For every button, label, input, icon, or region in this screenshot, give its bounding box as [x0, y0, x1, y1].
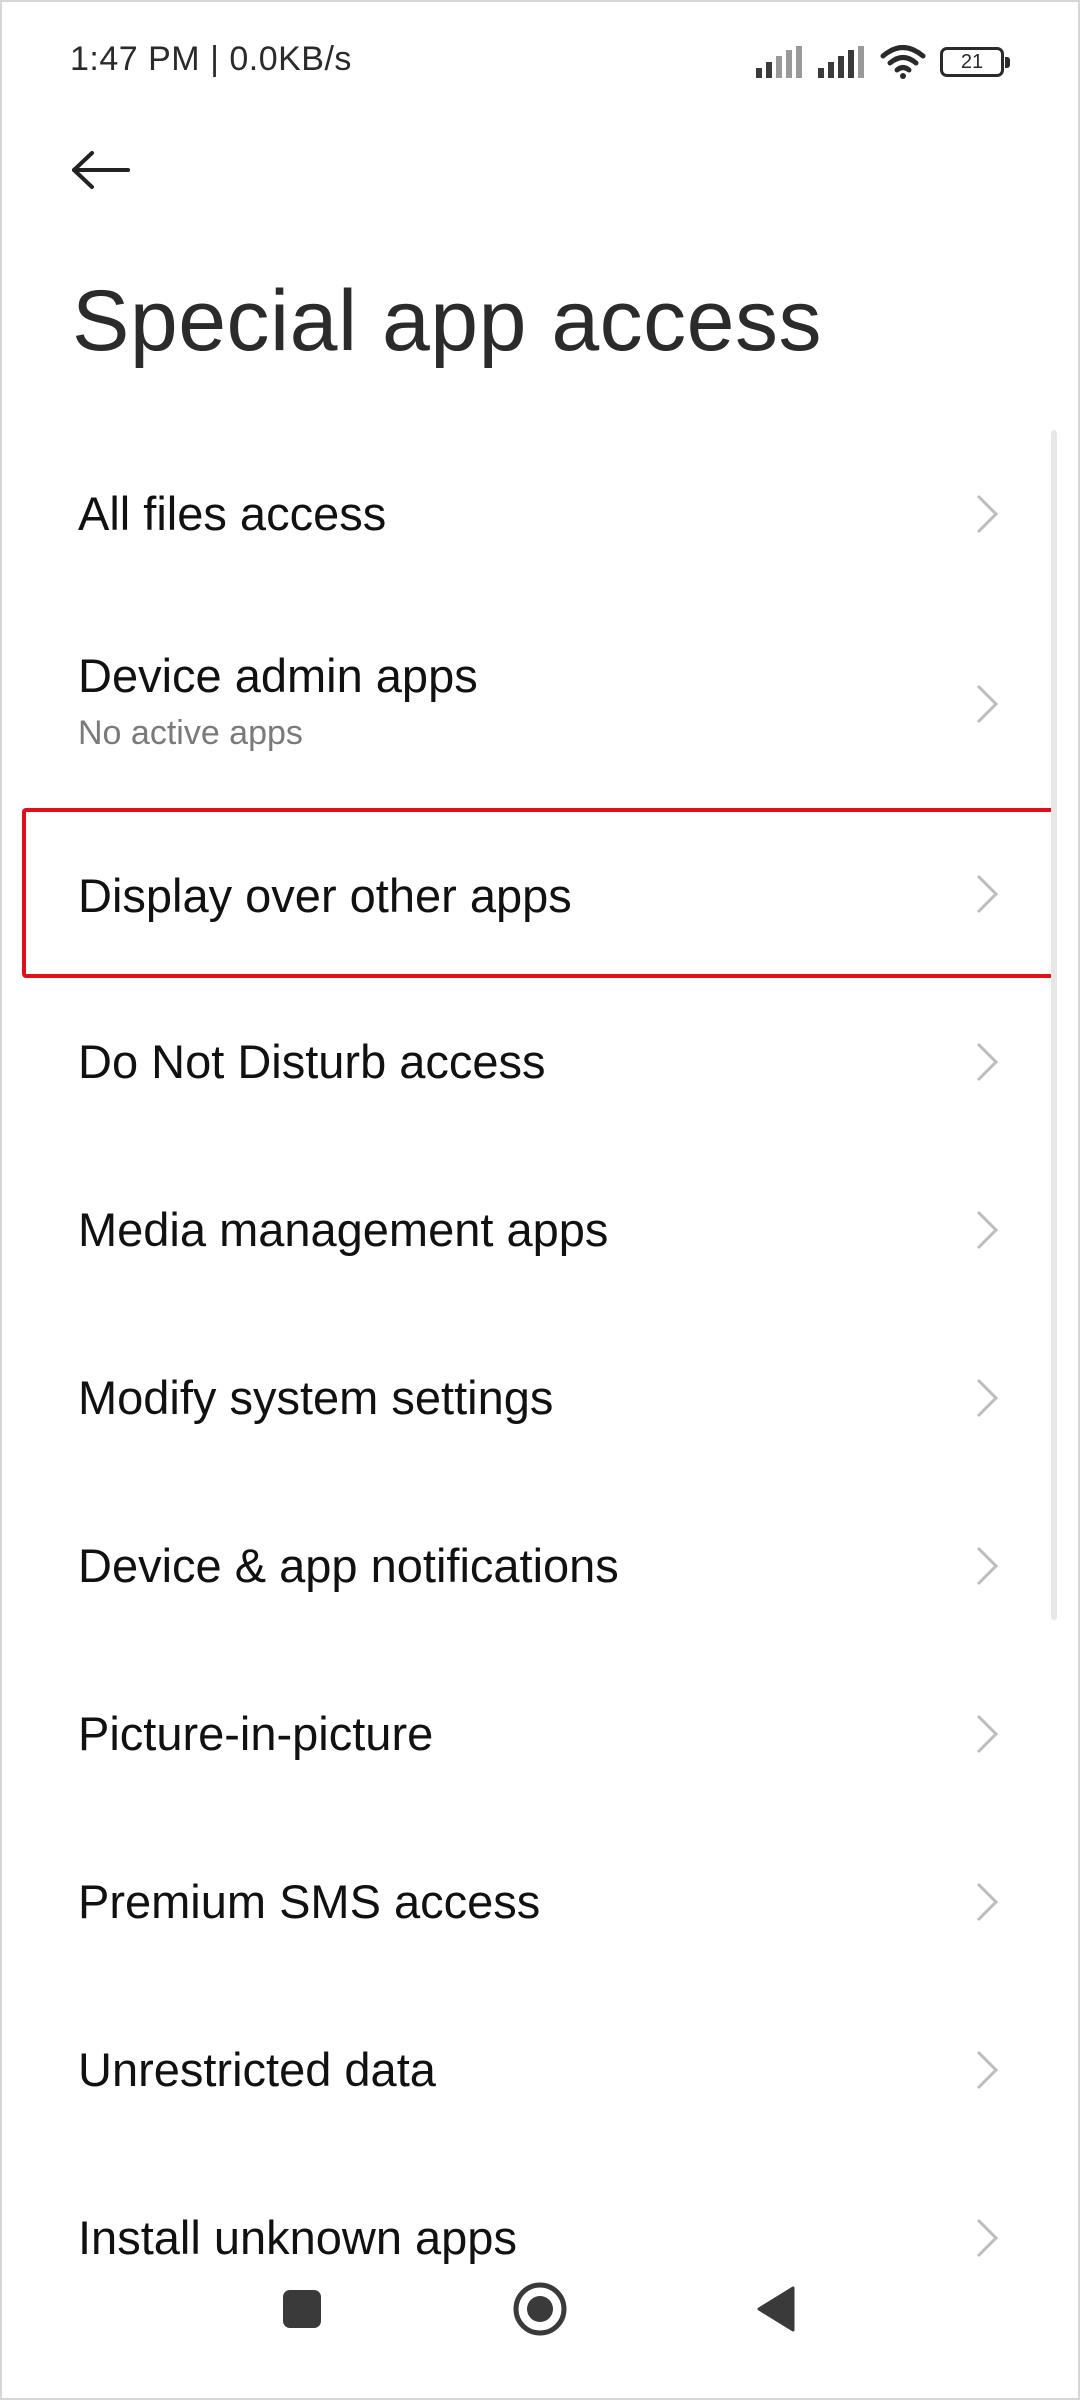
- chevron-right-icon: [976, 2218, 999, 2258]
- chevron-right-icon: [976, 1714, 999, 1754]
- status-time: 1:47 PM | 0.0KB/s: [70, 40, 352, 78]
- list-item-all-files-access[interactable]: All files access: [22, 430, 1056, 598]
- chevron-right-icon: [976, 1546, 999, 1586]
- scrollbar[interactable]: [1051, 430, 1057, 1620]
- list-item-title: Media management apps: [78, 1203, 609, 1256]
- list-item-premium-sms-access[interactable]: Premium SMS access: [22, 1818, 1056, 1986]
- list-item-title: Picture-in-picture: [78, 1707, 434, 1760]
- list-item-title: Device admin apps: [78, 649, 478, 702]
- list-item-title: Device & app notifications: [78, 1539, 619, 1592]
- chevron-right-icon: [976, 1210, 999, 1250]
- list-item-title: Install unknown apps: [78, 2211, 517, 2264]
- list-item-do-not-disturb-access[interactable]: Do Not Disturb access: [22, 978, 1056, 1146]
- signal-bars-icon: [756, 46, 802, 78]
- chevron-right-icon: [976, 1378, 999, 1418]
- recents-square-icon[interactable]: [283, 2290, 321, 2328]
- chevron-right-icon: [976, 494, 999, 534]
- list-item-title: Premium SMS access: [78, 1875, 541, 1928]
- wifi-icon: [880, 45, 926, 79]
- list-item-modify-system-settings[interactable]: Modify system settings: [22, 1314, 1056, 1482]
- list-item-title: Unrestricted data: [78, 2043, 436, 2096]
- list-item-media-management-apps[interactable]: Media management apps: [22, 1146, 1056, 1314]
- home-circle-icon[interactable]: [512, 2281, 568, 2337]
- chevron-right-icon: [976, 1882, 999, 1922]
- chevron-right-icon: [976, 2050, 999, 2090]
- list-item-title: Do Not Disturb access: [78, 1035, 546, 1088]
- list-item-device-app-notifications[interactable]: Device & app notifications: [22, 1482, 1056, 1650]
- status-bar: 1:47 PM | 0.0KB/s 21: [0, 0, 1080, 120]
- list-item-device-admin-apps[interactable]: Device admin apps No active apps: [22, 598, 1056, 808]
- list-item-title: Modify system settings: [78, 1371, 554, 1424]
- status-icons: 21: [756, 40, 1010, 84]
- signal-bars-icon: [818, 46, 864, 78]
- chevron-right-icon: [976, 874, 999, 914]
- battery-icon: 21: [940, 47, 1010, 77]
- chevron-right-icon: [976, 684, 999, 724]
- list-item-subtitle: No active apps: [78, 714, 303, 752]
- page-title: Special app access: [72, 273, 822, 369]
- chevron-right-icon: [976, 1042, 999, 1082]
- list-item-title: Display over other apps: [78, 869, 572, 922]
- back-button[interactable]: [70, 135, 150, 205]
- list-item-display-over-other-apps[interactable]: Display over other apps: [22, 808, 1056, 978]
- list-item-title: All files access: [78, 487, 387, 540]
- back-triangle-icon[interactable]: [755, 2285, 795, 2333]
- arrow-left-icon: [72, 151, 130, 189]
- battery-level: 21: [960, 50, 984, 73]
- navigation-bar: [0, 2260, 1080, 2400]
- list-item-unrestricted-data[interactable]: Unrestricted data: [22, 1986, 1056, 2154]
- list-item-picture-in-picture[interactable]: Picture-in-picture: [22, 1650, 1056, 1818]
